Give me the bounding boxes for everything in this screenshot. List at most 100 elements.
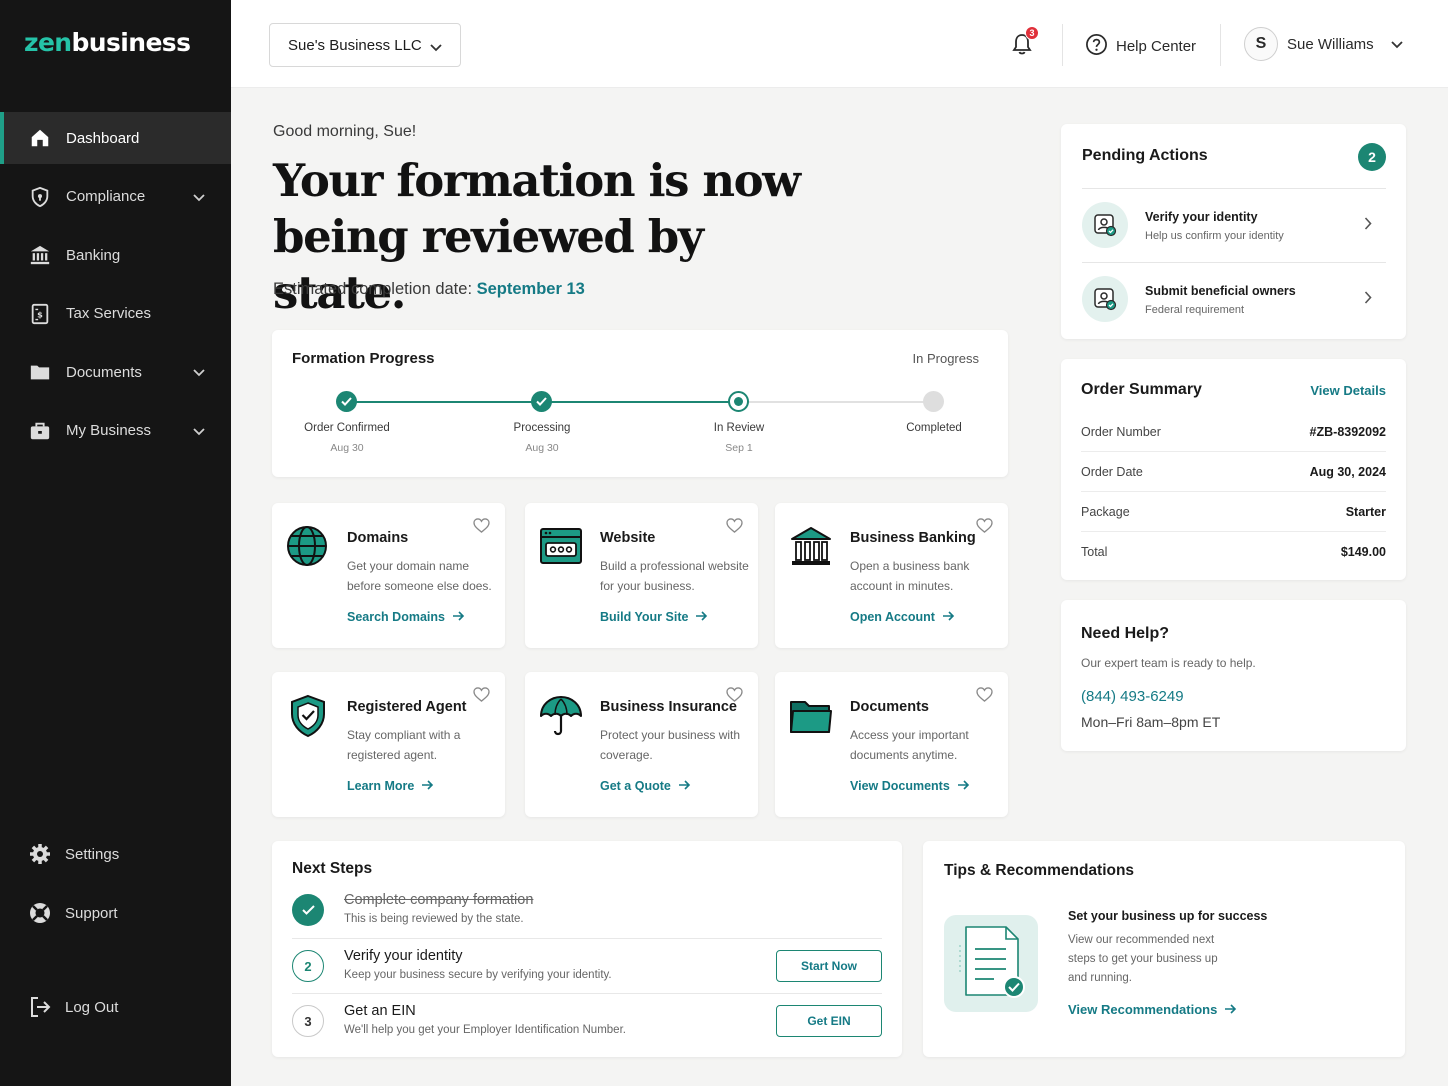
umbrella-icon [539, 694, 583, 738]
help-center-label: Help Center [1116, 38, 1197, 55]
heart-icon[interactable] [976, 687, 994, 703]
start-now-button[interactable]: Start Now [776, 950, 882, 982]
divider [1220, 24, 1221, 66]
shield-icon [28, 185, 52, 209]
chevron-down-icon [430, 39, 442, 56]
get-ein-button[interactable]: Get EIN [776, 1005, 882, 1037]
user-name: Sue Williams [1287, 35, 1374, 53]
help-circle-icon [1085, 33, 1108, 60]
greeting: Good morning, Sue! [273, 123, 417, 140]
sidebar-item-logout[interactable]: Log Out [28, 995, 118, 1019]
service-title: Domains [347, 530, 409, 546]
tips-card: Tips & Recommendations Set your business… [923, 841, 1405, 1057]
sidebar: zenbusiness Dashboard Compliance Banking… [0, 0, 231, 1086]
open-account-link[interactable]: Open Account [850, 610, 955, 624]
user-menu[interactable]: S Sue Williams [1244, 27, 1403, 61]
view-documents-link[interactable]: View Documents [850, 779, 970, 793]
service-title: Documents [850, 699, 929, 715]
sidebar-item-label: Banking [66, 246, 121, 264]
build-your-site-link[interactable]: Build Your Site [600, 610, 708, 624]
folder-icon [28, 360, 52, 384]
next-steps-title: Next Steps [292, 860, 373, 877]
service-card-business-insurance[interactable]: Business Insurance Protect your business… [525, 672, 758, 817]
chevron-right-icon [1364, 291, 1372, 309]
order-row: Total $149.00 [1081, 531, 1386, 571]
bank-icon [28, 243, 52, 267]
support-label: Support [65, 904, 118, 922]
help-center-link[interactable]: Help Center [1085, 33, 1196, 60]
shield-check-icon [286, 694, 330, 738]
sidebar-item-documents[interactable]: Documents [0, 346, 231, 398]
chevron-down-icon [1391, 36, 1403, 53]
step-label: Order Confirmed [304, 422, 390, 434]
tips-title: Tips & Recommendations [944, 862, 1135, 879]
pending-actions-title: Pending Actions [1082, 147, 1208, 164]
sidebar-item-my-business[interactable]: My Business [0, 405, 231, 457]
heart-icon[interactable] [726, 687, 744, 703]
sidebar-item-settings[interactable]: Settings [28, 842, 119, 866]
service-card-registered-agent[interactable]: Registered Agent Stay compliant with a r… [272, 672, 505, 817]
sidebar-item-tax-services[interactable]: $ Tax Services [0, 288, 231, 340]
arrow-right-icon [696, 610, 708, 624]
pending-item-title: Verify your identity [1145, 210, 1258, 224]
bell-icon [1011, 34, 1033, 60]
arrow-right-icon [678, 779, 691, 793]
service-description: Stay compliant with a registered agent. [347, 728, 461, 762]
business-name: Sue's Business LLC [288, 36, 422, 54]
view-recommendations-link[interactable]: View Recommendations [1068, 1002, 1237, 1017]
support-hours: Mon–Fri 8am–8pm ET [1081, 714, 1221, 730]
pending-actions-card: Pending Actions 2 Verify your identity H… [1061, 124, 1406, 339]
eta-date: September 13 [476, 280, 585, 298]
pending-item-subtitle: Federal requirement [1145, 304, 1245, 316]
service-title: Registered Agent [347, 699, 467, 715]
search-domains-link[interactable]: Search Domains [347, 610, 465, 624]
business-selector[interactable]: Sue's Business LLC [269, 23, 461, 67]
heart-icon[interactable] [473, 687, 491, 703]
next-step-title: Complete company formation [344, 892, 534, 908]
settings-label: Settings [65, 845, 120, 863]
step-order-confirmed-dot [336, 391, 357, 412]
chevron-down-icon [193, 423, 205, 440]
pending-item-beneficial-owners[interactable]: Submit beneficial owners Federal require… [1082, 262, 1386, 334]
sidebar-item-banking[interactable]: Banking [0, 229, 231, 281]
tax-document-icon: $ [28, 302, 52, 326]
step-label: Processing [513, 422, 571, 434]
tip-heading: Set your business up for success [1068, 909, 1268, 923]
zenbusiness-logo[interactable]: zenbusiness [24, 28, 191, 57]
step-label: Completed [906, 422, 962, 434]
next-step-subtitle: We'll help you get your Employer Identif… [344, 1024, 626, 1036]
heart-icon[interactable] [976, 518, 994, 534]
heart-icon[interactable] [726, 518, 744, 534]
sidebar-item-compliance[interactable]: Compliance [0, 171, 231, 223]
heart-icon[interactable] [473, 518, 491, 534]
support-phone-link[interactable]: (844) 493-6249 [1081, 688, 1184, 705]
service-title: Business Banking [850, 530, 976, 546]
notifications-button[interactable]: 3 [1011, 26, 1039, 60]
checklist-document-illustration [944, 915, 1038, 1012]
sidebar-item-support[interactable]: Support [28, 901, 118, 925]
arrow-right-icon [957, 779, 970, 793]
need-help-subtitle: Our expert team is ready to help. [1081, 656, 1256, 670]
pending-item-verify-identity[interactable]: Verify your identity Help us confirm you… [1082, 188, 1386, 260]
globe-icon [286, 525, 330, 569]
service-card-business-banking[interactable]: Business Banking Open a business bank ac… [775, 503, 1008, 648]
eta-label: Estimated completion date: [273, 280, 473, 298]
arrow-right-icon [942, 610, 955, 624]
step-label: In Review [713, 422, 765, 434]
get-a-quote-link[interactable]: Get a Quote [600, 779, 691, 793]
next-step-row: 3 Get an EIN We'll help you get your Emp… [292, 993, 882, 1048]
view-details-link[interactable]: View Details [1310, 383, 1386, 398]
sidebar-item-dashboard[interactable]: Dashboard [0, 112, 231, 164]
next-step-row: 2 Verify your identity Keep your busines… [292, 938, 882, 993]
service-card-domains[interactable]: Domains Get your domain name before some… [272, 503, 505, 648]
step-date: Aug 30 [330, 442, 364, 454]
browser-window-icon [539, 525, 583, 569]
chevron-down-icon [193, 189, 205, 206]
lifebuoy-icon [28, 901, 52, 925]
learn-more-link[interactable]: Learn More [347, 779, 434, 793]
formation-progress-title: Formation Progress [292, 350, 435, 367]
service-card-website[interactable]: Website Build a professional website for… [525, 503, 758, 648]
pending-count-badge: 2 [1358, 143, 1386, 171]
need-help-card: Need Help? Our expert team is ready to h… [1061, 600, 1406, 751]
service-card-documents[interactable]: Documents Access your important document… [775, 672, 1008, 817]
